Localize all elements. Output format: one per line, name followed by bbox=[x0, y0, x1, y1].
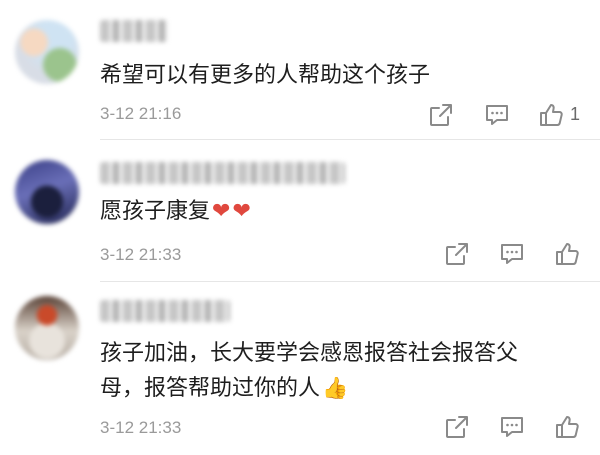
comment-text: 希望可以有更多的人帮助这个孩子 bbox=[100, 63, 431, 88]
thumbs-up-icon[interactable] bbox=[537, 101, 565, 129]
share-icon[interactable] bbox=[427, 101, 455, 129]
user-avatar[interactable] bbox=[15, 296, 79, 360]
share-icon[interactable] bbox=[443, 240, 471, 268]
comment-item: 孩子加油，长大要学会感恩报答社会报答父 母，报答帮助过你的人👍 3-12 21:… bbox=[0, 282, 600, 455]
comment-item: 希望可以有更多的人帮助这个孩子 3-12 21:16 1 bbox=[0, 0, 600, 138]
username-blurred[interactable] bbox=[100, 162, 345, 184]
thumbs-up-icon[interactable] bbox=[553, 413, 581, 441]
reply-icon[interactable] bbox=[498, 413, 526, 441]
comment-time: 3-12 21:33 bbox=[100, 418, 182, 437]
reply-icon[interactable] bbox=[483, 101, 511, 129]
comment-text: 愿孩子康复❤❤ bbox=[100, 192, 251, 232]
comment-text-body: 愿孩子康复 bbox=[100, 199, 211, 224]
comment-item: 愿孩子康复❤❤ 3-12 21:33 bbox=[0, 140, 600, 280]
reply-icon[interactable] bbox=[498, 240, 526, 268]
comment-text-body: 母，报答帮助过你的人 bbox=[100, 376, 321, 401]
heart-emoji: ❤ bbox=[232, 199, 251, 224]
thumbs-up-icon[interactable] bbox=[553, 240, 581, 268]
user-avatar[interactable] bbox=[15, 160, 79, 224]
user-avatar[interactable] bbox=[15, 20, 79, 84]
share-icon[interactable] bbox=[443, 413, 471, 441]
comment-time: 3-12 21:33 bbox=[100, 245, 182, 264]
thumbs-up-emoji: 👍 bbox=[322, 376, 349, 400]
heart-emoji: ❤ bbox=[212, 199, 231, 224]
username-blurred[interactable] bbox=[100, 20, 168, 42]
comment-time: 3-12 21:16 bbox=[100, 104, 182, 123]
username-blurred[interactable] bbox=[100, 300, 230, 322]
like-count: 1 bbox=[570, 104, 581, 124]
comment-text-line-2: 母，报答帮助过你的人👍 bbox=[100, 368, 348, 409]
